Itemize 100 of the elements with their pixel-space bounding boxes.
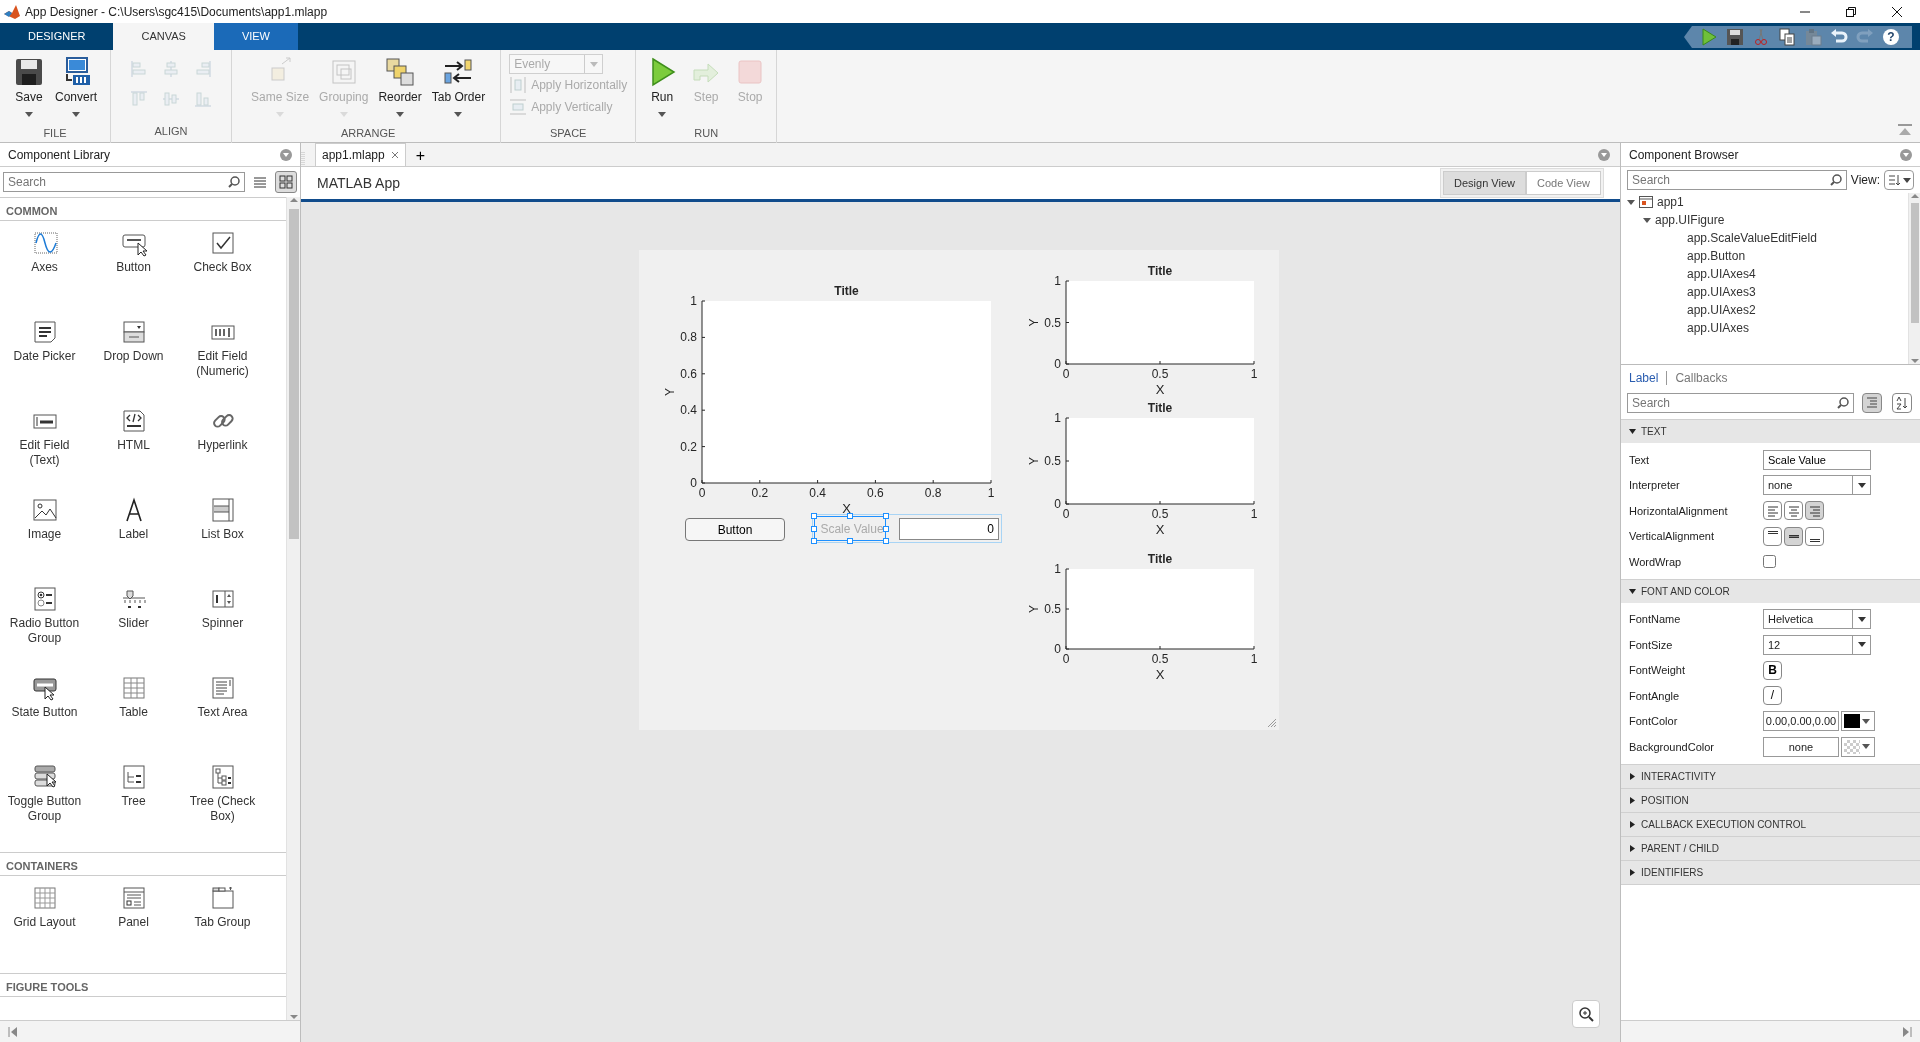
dropdown-field[interactable]: none [1763, 475, 1871, 496]
ribbon-tab[interactable]: DESIGNER [0, 23, 114, 50]
align-top-button[interactable] [1763, 526, 1782, 546]
ribbon-tab[interactable]: VIEW [213, 23, 298, 50]
resize-grip-icon[interactable] [1267, 718, 1277, 728]
ribbon-button[interactable]: Convert [50, 54, 103, 125]
align-center-button[interactable] [1784, 501, 1803, 521]
component-tile[interactable]: Image [0, 492, 89, 581]
push-button[interactable]: Button [685, 518, 785, 541]
sort-button[interactable] [1862, 393, 1882, 413]
component-tile[interactable]: Check Box [178, 225, 267, 314]
play-icon [1700, 28, 1718, 46]
component-tile[interactable]: Radio Button Group [0, 581, 89, 670]
sort-button[interactable] [1892, 393, 1912, 413]
align-middle-button[interactable] [1784, 526, 1803, 546]
component-tile[interactable]: Spinner [178, 581, 267, 670]
view-tab[interactable]: Design View [1443, 170, 1526, 196]
view-tab[interactable]: Code View [1526, 170, 1601, 196]
panel-menu-icon[interactable] [1900, 148, 1912, 161]
property-group-header[interactable]: INTERACTIVITY [1621, 763, 1920, 788]
color-picker-button[interactable] [1841, 736, 1875, 757]
scroll-up-icon[interactable] [289, 197, 298, 203]
color-picker-button[interactable] [1841, 711, 1875, 732]
document-tab[interactable]: app1.mlapp [315, 143, 406, 166]
align-right-button[interactable] [1805, 501, 1824, 521]
resize-handle[interactable] [847, 513, 853, 519]
component-tile[interactable]: Hyperlink [178, 403, 267, 492]
checkbox[interactable] [1763, 555, 1776, 569]
view-menu-button[interactable] [1884, 170, 1914, 190]
align-left-button[interactable] [1763, 501, 1782, 521]
ribbon-button[interactable]: Tab Order [426, 54, 491, 125]
property-group-header[interactable]: POSITION [1621, 787, 1920, 812]
tree-item[interactable]: app1 [1627, 193, 1684, 211]
component-tile[interactable]: State Button [0, 670, 89, 759]
toggle-button[interactable]: B [1763, 660, 1782, 680]
panel-menu-icon[interactable] [280, 148, 292, 161]
toolbar-button[interactable]: ? [1878, 26, 1904, 48]
close-icon[interactable] [390, 151, 399, 159]
component-tile[interactable]: Table [89, 670, 178, 759]
dropdown-field[interactable]: Helvetica [1763, 609, 1871, 630]
scroll-thumb[interactable] [288, 209, 299, 539]
component-tile[interactable]: Button [89, 225, 178, 314]
component-tile[interactable]: Edit Field (Numeric) [178, 314, 267, 403]
drag-grip-icon[interactable] [301, 152, 305, 166]
view-toggle[interactable] [275, 171, 297, 193]
component-tile[interactable]: Edit Field (Text) [0, 403, 89, 492]
color-value-field[interactable]: 0.00,0.00,0.00 [1763, 711, 1839, 732]
tree-item[interactable]: app.ScaleValueEditField [1659, 229, 1817, 247]
expand-caret-icon[interactable] [1627, 198, 1635, 206]
new-tab-button[interactable]: + [411, 146, 430, 166]
component-tile[interactable]: Drop Down [89, 314, 178, 403]
scroll-start-icon[interactable] [8, 1026, 18, 1037]
zoom-button[interactable] [1572, 1000, 1600, 1028]
text-field[interactable]: Scale Value [1763, 449, 1871, 470]
tree-item[interactable]: app.UIAxes [1659, 319, 1750, 337]
ribbon-tab[interactable]: CANVAS [113, 23, 214, 50]
ribbon-button[interactable]: Reorder [373, 54, 427, 125]
component-tile[interactable]: List Box [178, 492, 267, 581]
tree-item[interactable]: app.Button [1659, 247, 1746, 265]
ribbon-button[interactable]: Save [8, 54, 50, 125]
collapse-ribbon-icon[interactable] [1898, 124, 1912, 136]
expand-caret-icon[interactable] [1643, 216, 1651, 224]
scroll-thumb[interactable] [1910, 203, 1919, 323]
search-field[interactable]: Search [1627, 170, 1847, 190]
scroll-down-icon[interactable] [1910, 358, 1919, 364]
property-group-header[interactable]: PARENT / CHILD [1621, 835, 1920, 860]
component-tile[interactable]: Tree [89, 759, 178, 848]
scroll-end-icon[interactable] [1902, 1026, 1912, 1037]
component-tile[interactable]: Axes [0, 225, 89, 314]
component-tile[interactable]: Tree (Check Box) [178, 759, 267, 848]
toggle-button[interactable]: / [1763, 686, 1782, 706]
component-tile[interactable]: HTML [89, 403, 178, 492]
component-tile[interactable]: Panel [89, 880, 178, 969]
inspector-tab[interactable]: Callbacks [1667, 369, 1736, 387]
scroll-up-icon[interactable] [1910, 193, 1919, 199]
dropdown-field[interactable]: 12 [1763, 634, 1871, 655]
color-value-field[interactable]: none [1763, 736, 1839, 757]
property-group-header[interactable]: IDENTIFIERS [1621, 859, 1920, 884]
tree-item[interactable]: app.UIAxes2 [1659, 301, 1756, 319]
component-tile[interactable]: Toggle Button Group [0, 759, 89, 848]
tree-item[interactable]: app.UIAxes3 [1659, 283, 1756, 301]
component-tile[interactable]: Date Picker [0, 314, 89, 403]
search-field[interactable]: Search [3, 172, 245, 192]
ribbon-button[interactable]: Run [640, 54, 685, 125]
numeric-field[interactable]: 0 [899, 518, 999, 540]
inspector-tab[interactable]: Label [1621, 369, 1667, 387]
property-group-header[interactable]: CALLBACK EXECUTION CONTROL [1621, 811, 1920, 836]
align-bottom-button[interactable] [1805, 526, 1824, 546]
resize-handle[interactable] [847, 538, 853, 544]
component-tile[interactable]: Tab Group [178, 880, 267, 969]
component-tile[interactable]: Text Area [178, 670, 267, 759]
property-group-header[interactable]: TEXT [1621, 419, 1920, 443]
component-tile[interactable]: Label [89, 492, 178, 581]
component-tile[interactable]: Grid Layout [0, 880, 89, 969]
component-tile[interactable]: Slider [89, 581, 178, 670]
tree-item[interactable]: app.UIAxes4 [1659, 265, 1756, 283]
property-group-header[interactable]: FONT AND COLOR [1621, 578, 1920, 603]
tree-item[interactable]: app.UIFigure [1643, 211, 1725, 229]
search-field[interactable]: Search [1627, 393, 1854, 413]
panel-menu-icon[interactable] [1598, 149, 1610, 161]
